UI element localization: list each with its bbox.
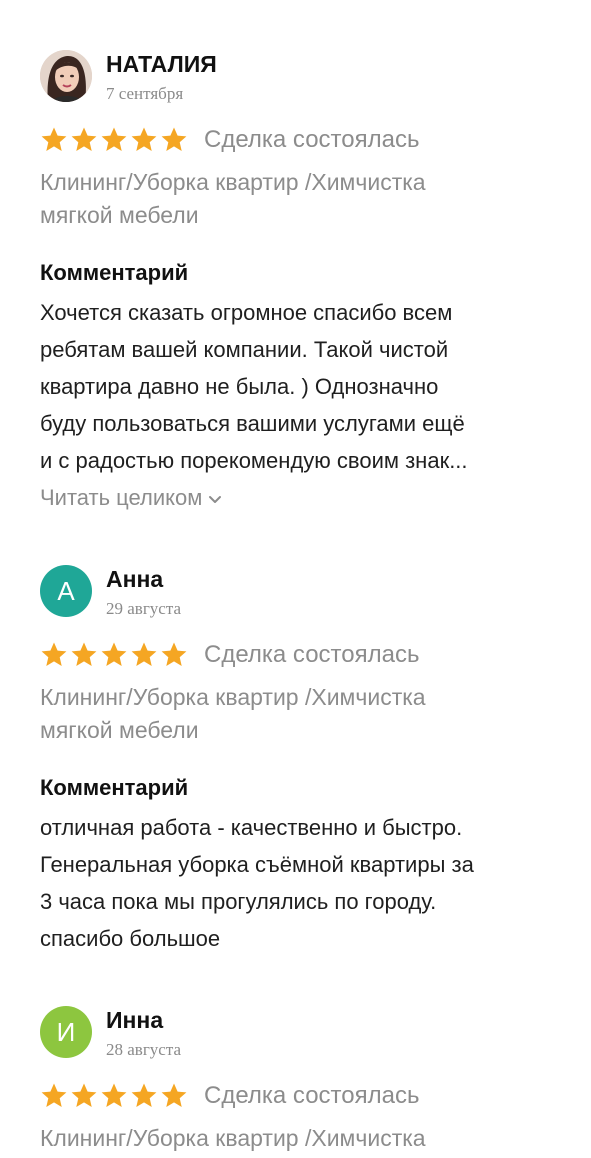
service-category-line: Клининг/Уборка квартир /Химчистка bbox=[40, 684, 426, 710]
star-icon bbox=[101, 1083, 127, 1107]
comment-line: отличная работа - качественно и быстро. bbox=[40, 815, 463, 840]
rating-row: Сделка состоялась bbox=[40, 1080, 560, 1112]
service-category-line: мягкой мебели bbox=[40, 717, 199, 743]
read-more-link[interactable]: Читать целиком bbox=[40, 481, 560, 515]
avatar-letter: А bbox=[57, 575, 75, 606]
star-icon bbox=[131, 1083, 157, 1107]
avatar-photo bbox=[40, 50, 92, 102]
comment-line: и с радостью порекомендую своим знак... bbox=[40, 448, 468, 473]
service-category-line: Клининг/Уборка квартир /Химчистка bbox=[40, 169, 426, 195]
star-icon bbox=[71, 127, 97, 151]
deal-status: Сделка состоялась bbox=[204, 126, 420, 153]
author-name: Инна bbox=[106, 1007, 164, 1033]
review-header: А Анна 29 августа bbox=[40, 565, 560, 625]
star-icon bbox=[41, 127, 67, 151]
service-category: Клининг/Уборка квартир /Химчистка мягкой… bbox=[40, 166, 560, 232]
avatar[interactable] bbox=[40, 50, 92, 102]
review-date: 7 сентября bbox=[106, 84, 184, 103]
comment-line: спасибо большое bbox=[40, 926, 221, 951]
star-icon bbox=[131, 642, 157, 666]
author-name: НАТАЛИЯ bbox=[106, 51, 217, 77]
review-date: 29 августа bbox=[106, 599, 182, 618]
star-icon bbox=[101, 127, 127, 151]
comment-line: ребятам вашей компании. Такой чистой bbox=[40, 337, 449, 362]
review-date: 28 августа bbox=[106, 1040, 182, 1059]
star-icon bbox=[71, 642, 97, 666]
comment-text: отличная работа - качественно и быстро. … bbox=[40, 809, 560, 957]
review-card: НАТАЛИЯ 7 сентября Сделка состоялась Кли… bbox=[40, 50, 560, 515]
read-more-label: Читать целиком bbox=[40, 485, 203, 510]
rating-row: Сделка состоялась bbox=[40, 639, 560, 671]
comment-title: Комментарий bbox=[40, 260, 189, 285]
comment-line: буду пользоваться вашими услугами ещё bbox=[40, 411, 465, 436]
rating-row: Сделка состоялась bbox=[40, 124, 560, 156]
avatar-letter: И bbox=[56, 1016, 76, 1047]
review-card: А Анна 29 августа Сделка состоялась Клин… bbox=[40, 565, 560, 957]
author-name: Анна bbox=[106, 566, 164, 592]
review-card: И Инна 28 августа Сделка состоялась Клин… bbox=[40, 1006, 560, 1155]
comment-line: 3 часа пока мы прогулялись по городу. bbox=[40, 889, 437, 914]
review-header: НАТАЛИЯ 7 сентября bbox=[40, 50, 560, 110]
service-category: Клининг/Уборка квартир /Химчистка мягкой… bbox=[40, 681, 560, 747]
star-icon bbox=[161, 1083, 187, 1107]
deal-status: Сделка состоялась bbox=[204, 1082, 420, 1109]
star-icon bbox=[161, 127, 187, 151]
star-icon bbox=[41, 1083, 67, 1107]
comment-line: квартира давно не была. ) Однозначно bbox=[40, 374, 439, 399]
comment-title: Комментарий bbox=[40, 775, 189, 800]
comment-line: Генеральная уборка съёмной квартиры за bbox=[40, 852, 474, 877]
avatar[interactable]: А bbox=[40, 565, 92, 617]
review-header: И Инна 28 августа bbox=[40, 1006, 560, 1066]
comment-line: Хочется сказать огромное спасибо всем bbox=[40, 300, 453, 325]
star-icon bbox=[71, 1083, 97, 1107]
deal-status: Сделка состоялась bbox=[204, 641, 420, 668]
service-category-line: мягкой мебели bbox=[40, 202, 199, 228]
star-icon bbox=[131, 127, 157, 151]
star-icon bbox=[101, 642, 127, 666]
service-category-line: Клининг/Уборка квартир /Химчистка bbox=[40, 1125, 426, 1151]
chevron-down-icon bbox=[209, 495, 222, 503]
avatar[interactable]: И bbox=[40, 1006, 92, 1058]
star-rating bbox=[40, 641, 188, 669]
star-rating bbox=[40, 126, 188, 154]
star-icon bbox=[41, 642, 67, 666]
service-category: Клининг/Уборка квартир /Химчистка bbox=[40, 1122, 560, 1155]
star-rating bbox=[40, 1082, 188, 1110]
star-icon bbox=[161, 642, 187, 666]
comment-text: Хочется сказать огромное спасибо всем ре… bbox=[40, 294, 560, 479]
